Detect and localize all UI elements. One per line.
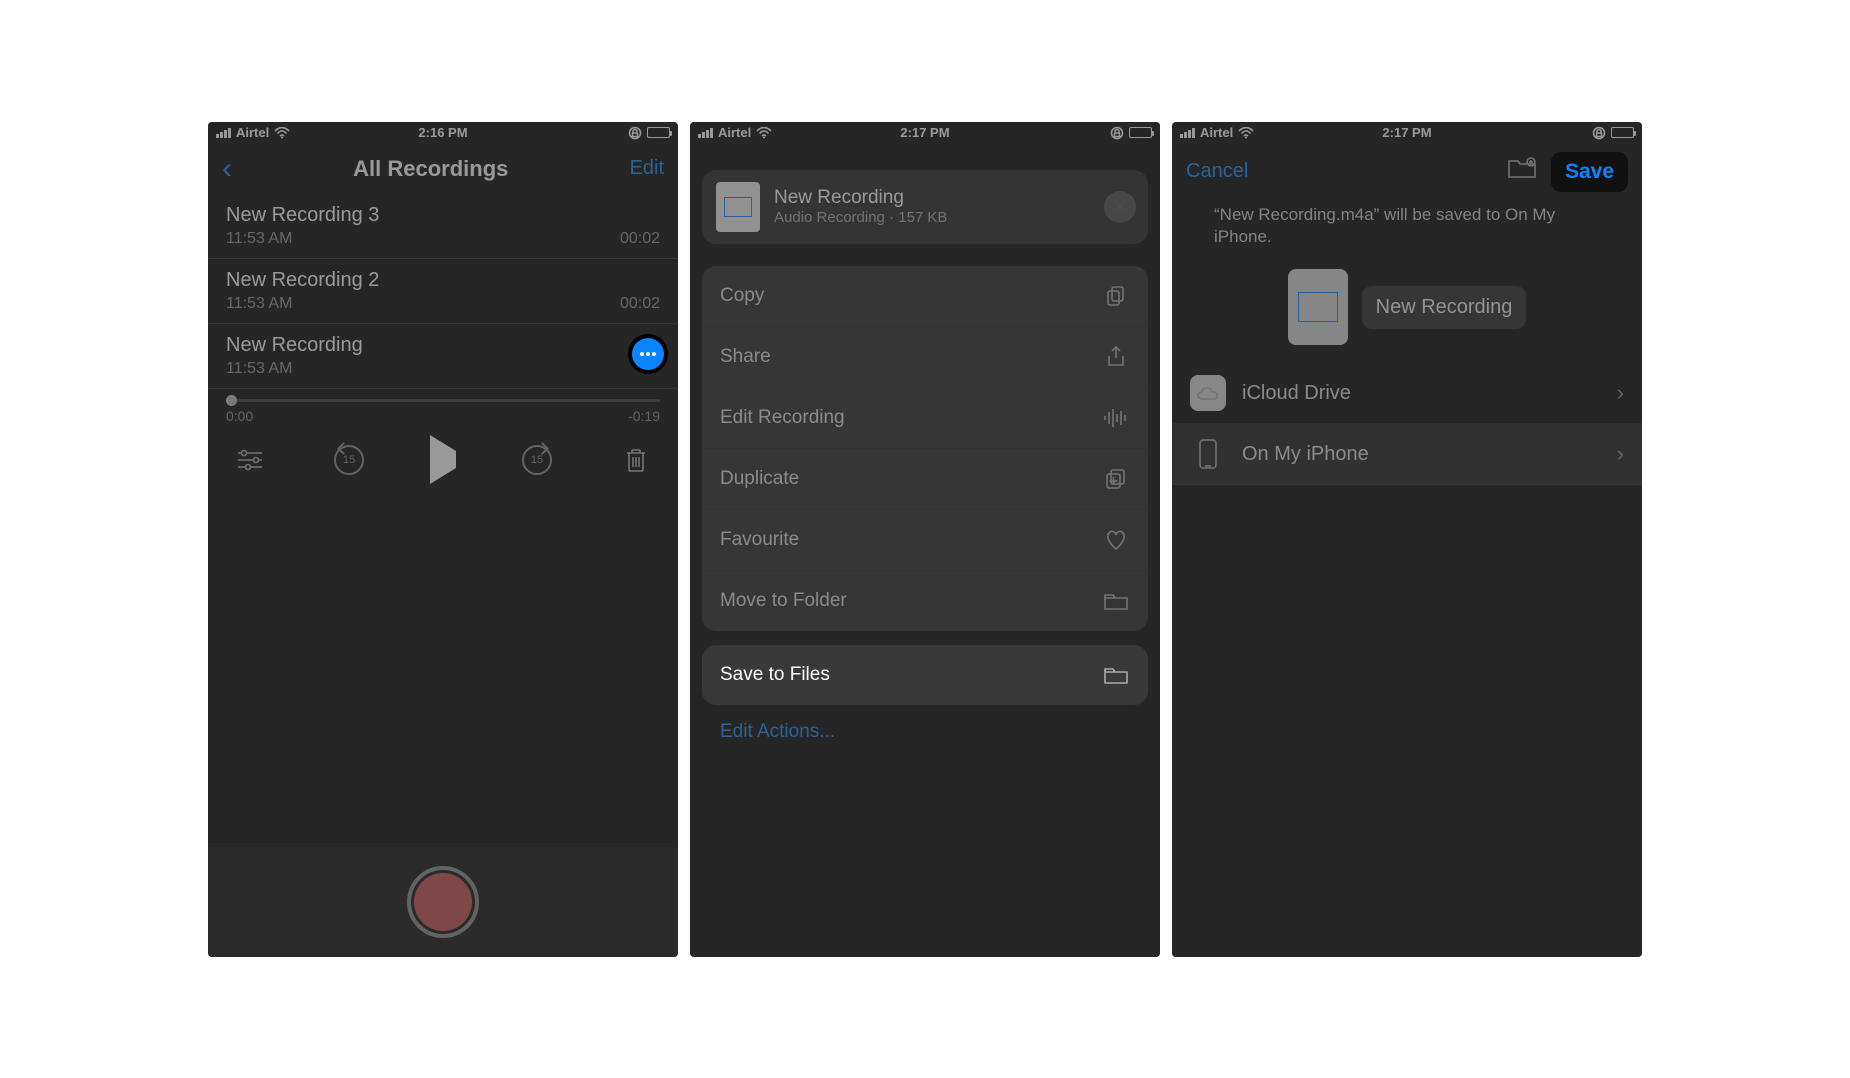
waveform-icon	[1102, 404, 1130, 432]
chevron-right-icon: ›	[1617, 380, 1624, 406]
location-label: iCloud Drive	[1242, 382, 1351, 405]
action-label: Move to Folder	[720, 590, 847, 612]
edit-actions-link[interactable]: Edit Actions...	[702, 705, 1148, 759]
battery-icon	[647, 127, 670, 138]
action-label: Duplicate	[720, 468, 799, 490]
status-bar: Airtel 2:17 PM	[1172, 122, 1642, 144]
recording-time: 11:53 AM	[226, 230, 292, 248]
cancel-button[interactable]: Cancel	[1186, 160, 1248, 183]
page-title: All Recordings	[353, 156, 508, 182]
waveform-icon	[724, 197, 752, 217]
save-destination-message: “New Recording.m4a” will be saved to On …	[1172, 200, 1642, 264]
recording-row[interactable]: New Recording 3 11:53 AM 00:02	[208, 194, 678, 259]
action-move-to-folder[interactable]: Move to Folder	[702, 571, 1148, 631]
duplicate-icon	[1102, 465, 1130, 493]
recording-name: New Recording 2	[226, 269, 660, 292]
action-label: Favourite	[720, 529, 799, 551]
action-label: Copy	[720, 285, 764, 307]
file-name: New Recording	[774, 187, 947, 209]
actions-group: Copy Share Edit Recording Duplicate Favo…	[702, 266, 1148, 631]
status-bar: Airtel 2:17 PM	[690, 122, 1160, 144]
status-time: 2:17 PM	[690, 125, 1160, 140]
action-label: Share	[720, 346, 771, 368]
copy-icon	[1102, 282, 1130, 310]
play-icon	[430, 435, 456, 484]
record-toolbar	[208, 847, 678, 957]
screen-voice-memos: Airtel 2:16 PM ‹ All Recordings Edit New…	[208, 122, 678, 957]
record-button[interactable]	[407, 866, 479, 938]
edit-button[interactable]: Edit	[630, 157, 664, 180]
recording-time: 11:53 AM	[226, 360, 292, 378]
skip-forward-15-button[interactable]: 15	[522, 445, 552, 475]
file-thumbnail	[1288, 269, 1348, 345]
file-preview-row: New Recording	[1172, 263, 1642, 363]
nav-bar: Cancel Save	[1172, 144, 1642, 200]
status-time: 2:16 PM	[208, 125, 678, 140]
save-button[interactable]: Save	[1551, 152, 1628, 192]
chevron-right-icon: ›	[1617, 441, 1624, 467]
screen-save-to-files: Airtel 2:17 PM Cancel Save “New Recordin…	[1172, 122, 1642, 957]
ellipsis-icon	[640, 352, 656, 356]
action-label: Edit Recording	[720, 407, 845, 429]
action-duplicate[interactable]: Duplicate	[702, 449, 1148, 510]
share-icon	[1102, 343, 1130, 371]
action-edit-recording[interactable]: Edit Recording	[702, 388, 1148, 449]
file-name-field[interactable]: New Recording	[1362, 286, 1527, 329]
battery-icon	[1129, 127, 1152, 138]
status-bar: Airtel 2:16 PM	[208, 122, 678, 144]
action-save-to-files[interactable]: Save to Files	[702, 645, 1148, 705]
back-button[interactable]: ‹	[222, 152, 232, 186]
playback-scrubber[interactable]: 0:00 -0:19	[208, 389, 678, 424]
action-label: Save to Files	[720, 664, 830, 686]
icloud-icon	[1190, 375, 1226, 411]
recording-row-selected[interactable]: New Recording 11:53 AM	[208, 324, 678, 389]
skip-back-15-button[interactable]: 15	[334, 445, 364, 475]
nav-bar: ‹ All Recordings Edit	[208, 144, 678, 194]
file-meta: Audio Recording · 157 KB	[774, 209, 947, 226]
recording-name: New Recording 3	[226, 204, 660, 227]
play-button[interactable]	[430, 451, 456, 469]
folder-icon	[1102, 661, 1130, 689]
recording-name: New Recording	[226, 334, 660, 357]
more-options-button[interactable]	[632, 338, 664, 370]
playback-options-button[interactable]	[232, 442, 268, 478]
scrub-end: -0:19	[628, 408, 660, 424]
file-thumbnail	[716, 182, 760, 232]
recording-row[interactable]: New Recording 2 11:53 AM 00:02	[208, 259, 678, 324]
actions-group-save: Save to Files	[702, 645, 1148, 705]
recording-time: 11:53 AM	[226, 295, 292, 313]
battery-icon	[1611, 127, 1634, 138]
location-on-my-iphone[interactable]: On My iPhone ›	[1172, 424, 1642, 485]
action-favourite[interactable]: Favourite	[702, 510, 1148, 571]
location-label: On My iPhone	[1242, 443, 1369, 466]
iphone-icon	[1190, 436, 1226, 472]
screen-actions-sheet: Airtel 2:17 PM New Recording Audio Recor…	[690, 122, 1160, 957]
heart-icon	[1102, 526, 1130, 554]
folder-icon	[1102, 587, 1130, 615]
record-icon	[414, 873, 472, 931]
recording-duration: 00:02	[620, 295, 660, 313]
scrub-start: 0:00	[226, 408, 253, 424]
action-copy[interactable]: Copy	[702, 266, 1148, 327]
delete-button[interactable]	[618, 442, 654, 478]
close-button[interactable]: ✕	[1104, 191, 1136, 223]
recording-duration: 00:02	[620, 230, 660, 248]
waveform-icon	[1298, 292, 1338, 322]
location-list: iCloud Drive › On My iPhone ›	[1172, 363, 1642, 485]
status-time: 2:17 PM	[1172, 125, 1642, 140]
player-controls: 15 15	[208, 424, 678, 490]
action-share[interactable]: Share	[702, 327, 1148, 388]
file-header-card: New Recording Audio Recording · 157 KB ✕	[702, 170, 1148, 244]
location-icloud-drive[interactable]: iCloud Drive ›	[1172, 363, 1642, 424]
new-folder-button[interactable]	[1507, 156, 1537, 187]
close-icon: ✕	[1112, 194, 1129, 219]
